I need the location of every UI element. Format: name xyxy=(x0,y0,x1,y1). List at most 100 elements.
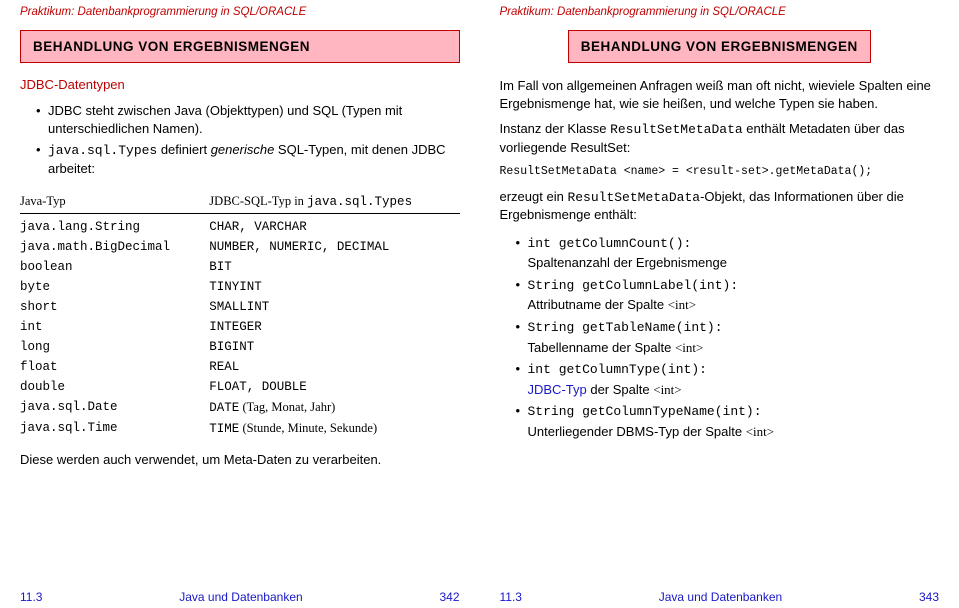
table-row: long BIGINT xyxy=(20,337,460,357)
section-title-right: BEHANDLUNG VON ERGEBNISMENGEN xyxy=(581,39,858,54)
cell-jdbc-type: NUMBER, NUMERIC, DECIMAL xyxy=(209,237,459,257)
cell-jdbc-type: FLOAT, DOUBLE xyxy=(209,377,459,397)
cell-jdbc-type: CHAR, VARCHAR xyxy=(209,214,459,238)
footer-page-number: 342 xyxy=(439,590,459,604)
code-method: String getTableName(int): xyxy=(528,320,723,335)
cell-java-type: java.sql.Time xyxy=(20,418,209,439)
method-desc: Spaltenanzahl der Ergebnismenge xyxy=(528,254,940,272)
desc-int: <int> xyxy=(746,424,774,439)
table-header-row: Java-Typ JDBC-SQL-Typ in java.sql.Types xyxy=(20,191,460,214)
cell-jdbc-type: SMALLINT xyxy=(209,297,459,317)
cell-java-type: short xyxy=(20,297,209,317)
footer-right: 11.3 Java und Datenbanken 343 xyxy=(500,584,940,604)
cell-java-type: java.lang.String xyxy=(20,214,209,238)
desc-prefix: Unterliegender DBMS-Typ der Spalte xyxy=(528,424,746,439)
col-header-jdbc-code: java.sql.Types xyxy=(307,195,412,209)
header-left: Praktikum: Datenbankprogrammierung in SQ… xyxy=(20,4,460,24)
cell-java-type: int xyxy=(20,317,209,337)
bullet-list-right: int getColumnCount(): Spaltenanzahl der … xyxy=(500,230,940,444)
para-creates: erzeugt ein ResultSetMetaData-Objekt, da… xyxy=(500,188,940,224)
para-general-queries: Im Fall von allgemeinen Anfragen weiß ma… xyxy=(500,77,940,112)
bullet-getcolumnlabel: String getColumnLabel(int): Attributname… xyxy=(516,276,940,314)
bullet-getcolumntypename: String getColumnTypeName(int): Unterlieg… xyxy=(516,402,940,440)
type-mapping-table: Java-Typ JDBC-SQL-Typ in java.sql.Types … xyxy=(20,191,460,439)
cell-java-type: java.sql.Date xyxy=(20,397,209,418)
cell-code: TIME xyxy=(209,422,239,436)
page-right: Praktikum: Datenbankprogrammierung in SQ… xyxy=(480,0,959,608)
table-row: java.lang.String CHAR, VARCHAR xyxy=(20,214,460,238)
cell-java-type: float xyxy=(20,357,209,377)
cell-code: DATE xyxy=(209,401,239,415)
cell-serif: (Tag, Monat, Jahr) xyxy=(239,400,335,414)
code-method: String getColumnTypeName(int): xyxy=(528,404,762,419)
method-desc: Unterliegender DBMS-Typ der Spalte <int> xyxy=(528,423,940,441)
bullet-gettablename: String getTableName(int): Tabellenname d… xyxy=(516,318,940,356)
cell-jdbc-type: REAL xyxy=(209,357,459,377)
code-resultsetmetadata: ResultSetMetaData xyxy=(610,122,743,137)
desc-blue-prefix: JDBC-Typ xyxy=(528,382,587,397)
code-method: int getColumnCount(): xyxy=(528,236,692,251)
title-box-left: BEHANDLUNG VON ERGEBNISMENGEN xyxy=(20,30,460,63)
table-row: java.math.BigDecimal NUMBER, NUMERIC, DE… xyxy=(20,237,460,257)
table-row: boolean BIT xyxy=(20,257,460,277)
cell-java-type: java.math.BigDecimal xyxy=(20,237,209,257)
title-wrap-right: BEHANDLUNG VON ERGEBNISMENGEN xyxy=(500,24,940,73)
table-row: double FLOAT, DOUBLE xyxy=(20,377,460,397)
bullet-getcolumncount: int getColumnCount(): Spaltenanzahl der … xyxy=(516,234,940,272)
table-row: int INTEGER xyxy=(20,317,460,337)
col-header-jdbc-text: JDBC-SQL-Typ in xyxy=(209,194,307,208)
cell-java-type: boolean xyxy=(20,257,209,277)
cell-java-type: byte xyxy=(20,277,209,297)
para-instance: Instanz der Klasse ResultSetMetaData ent… xyxy=(500,120,940,156)
desc-int: <int> xyxy=(675,340,703,355)
text-defines: definiert xyxy=(157,142,210,157)
table-row: short SMALLINT xyxy=(20,297,460,317)
col-header-jdbc-type: JDBC-SQL-Typ in java.sql.Types xyxy=(209,191,459,214)
cell-jdbc-type: BIGINT xyxy=(209,337,459,357)
subheading-jdbc-types: JDBC-Datentypen xyxy=(20,77,460,92)
code-line-getmetadata: ResultSetMetaData <name> = <result-set>.… xyxy=(500,164,940,180)
page-left: Praktikum: Datenbankprogrammierung in SQ… xyxy=(0,0,480,608)
cell-jdbc-type: TINYINT xyxy=(209,277,459,297)
cell-serif: (Stunde, Minute, Sekunde) xyxy=(239,421,377,435)
code-resultsetmetadata-2: ResultSetMetaData xyxy=(567,190,700,205)
footer-section: 11.3 xyxy=(20,590,42,604)
bullet-sql-types: java.sql.Types definiert generische SQL-… xyxy=(36,141,460,177)
footer-title: Java und Datenbanken xyxy=(659,590,782,604)
section-title-left: BEHANDLUNG VON ERGEBNISMENGEN xyxy=(33,39,447,54)
bullet-getcolumntype: int getColumnType(int): JDBC-Typ der Spa… xyxy=(516,360,940,398)
desc-int: <int> xyxy=(668,297,696,312)
desc-prefix: Tabellenname der Spalte xyxy=(528,340,675,355)
text-generic: generische xyxy=(211,142,275,157)
footer-title: Java und Datenbanken xyxy=(179,590,302,604)
table-row: java.sql.Time TIME (Stunde, Minute, Seku… xyxy=(20,418,460,439)
col-header-java-type: Java-Typ xyxy=(20,191,209,214)
header-right: Praktikum: Datenbankprogrammierung in SQ… xyxy=(500,4,940,24)
cell-jdbc-type: INTEGER xyxy=(209,317,459,337)
cell-jdbc-type: DATE (Tag, Monat, Jahr) xyxy=(209,397,459,418)
method-desc: Tabellenname der Spalte <int> xyxy=(528,339,940,357)
cell-java-type: double xyxy=(20,377,209,397)
code-method: String getColumnLabel(int): xyxy=(528,278,739,293)
code-method: int getColumnType(int): xyxy=(528,362,707,377)
footer-section: 11.3 xyxy=(500,590,522,604)
desc-int: <int> xyxy=(653,382,681,397)
table-row: float REAL xyxy=(20,357,460,377)
text-creates-prefix: erzeugt ein xyxy=(500,189,568,204)
cell-jdbc-type: BIT xyxy=(209,257,459,277)
desc-rest: der Spalte xyxy=(587,382,654,397)
cell-java-type: long xyxy=(20,337,209,357)
bullet-list-left: JDBC steht zwischen Java (Objekttypen) u… xyxy=(20,98,460,181)
footer-left: 11.3 Java und Datenbanken 342 xyxy=(20,584,460,604)
method-desc: JDBC-Typ der Spalte <int> xyxy=(528,381,940,399)
code-java-sql-types: java.sql.Types xyxy=(48,143,157,158)
bullet-jdbc-between: JDBC steht zwischen Java (Objekttypen) u… xyxy=(36,102,460,137)
title-box-right: BEHANDLUNG VON ERGEBNISMENGEN xyxy=(568,30,871,63)
table-row: java.sql.Date DATE (Tag, Monat, Jahr) xyxy=(20,397,460,418)
method-desc: Attributname der Spalte <int> xyxy=(528,296,940,314)
cell-jdbc-type: TIME (Stunde, Minute, Sekunde) xyxy=(209,418,459,439)
closing-text-left: Diese werden auch verwendet, um Meta-Dat… xyxy=(20,451,460,469)
footer-page-number: 343 xyxy=(919,590,939,604)
table-row: byte TINYINT xyxy=(20,277,460,297)
desc-prefix: Attributname der Spalte xyxy=(528,297,668,312)
